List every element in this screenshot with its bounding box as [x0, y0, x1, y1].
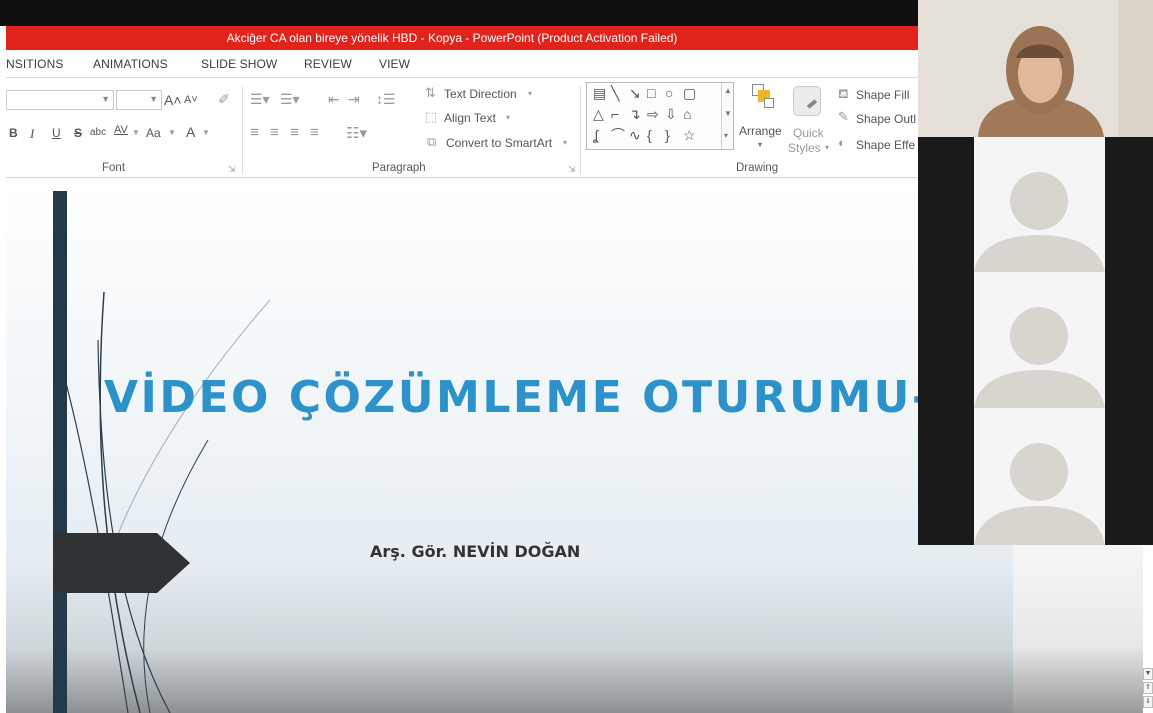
avatar-icon	[974, 307, 1105, 408]
next-slide-icon[interactable]: ⇓	[1143, 696, 1153, 708]
participant-tile[interactable]	[974, 408, 1105, 545]
slide-arrow-shape	[53, 533, 190, 593]
slide-accent-bar	[53, 191, 67, 713]
scroll-down-icon[interactable]: ▼	[1143, 668, 1153, 680]
avatar-icon	[974, 172, 1105, 272]
avatar-icon	[974, 443, 1105, 545]
participant-tile[interactable]	[974, 272, 1105, 408]
scroll-controls[interactable]: ▼ ⇑ ⇓	[1143, 668, 1153, 713]
slide-title[interactable]: VİDEO ÇÖZÜMLEME OTURUMU-3	[104, 372, 966, 423]
webcam-video-tile[interactable]	[918, 0, 1153, 137]
participant-tile[interactable]	[974, 137, 1105, 272]
slide-subtitle[interactable]: Arş. Gör. NEVİN DOĞAN	[370, 542, 580, 561]
participant-video-feed	[918, 0, 1153, 137]
participants-panel	[918, 137, 1153, 545]
previous-slide-icon[interactable]: ⇑	[1143, 682, 1153, 694]
